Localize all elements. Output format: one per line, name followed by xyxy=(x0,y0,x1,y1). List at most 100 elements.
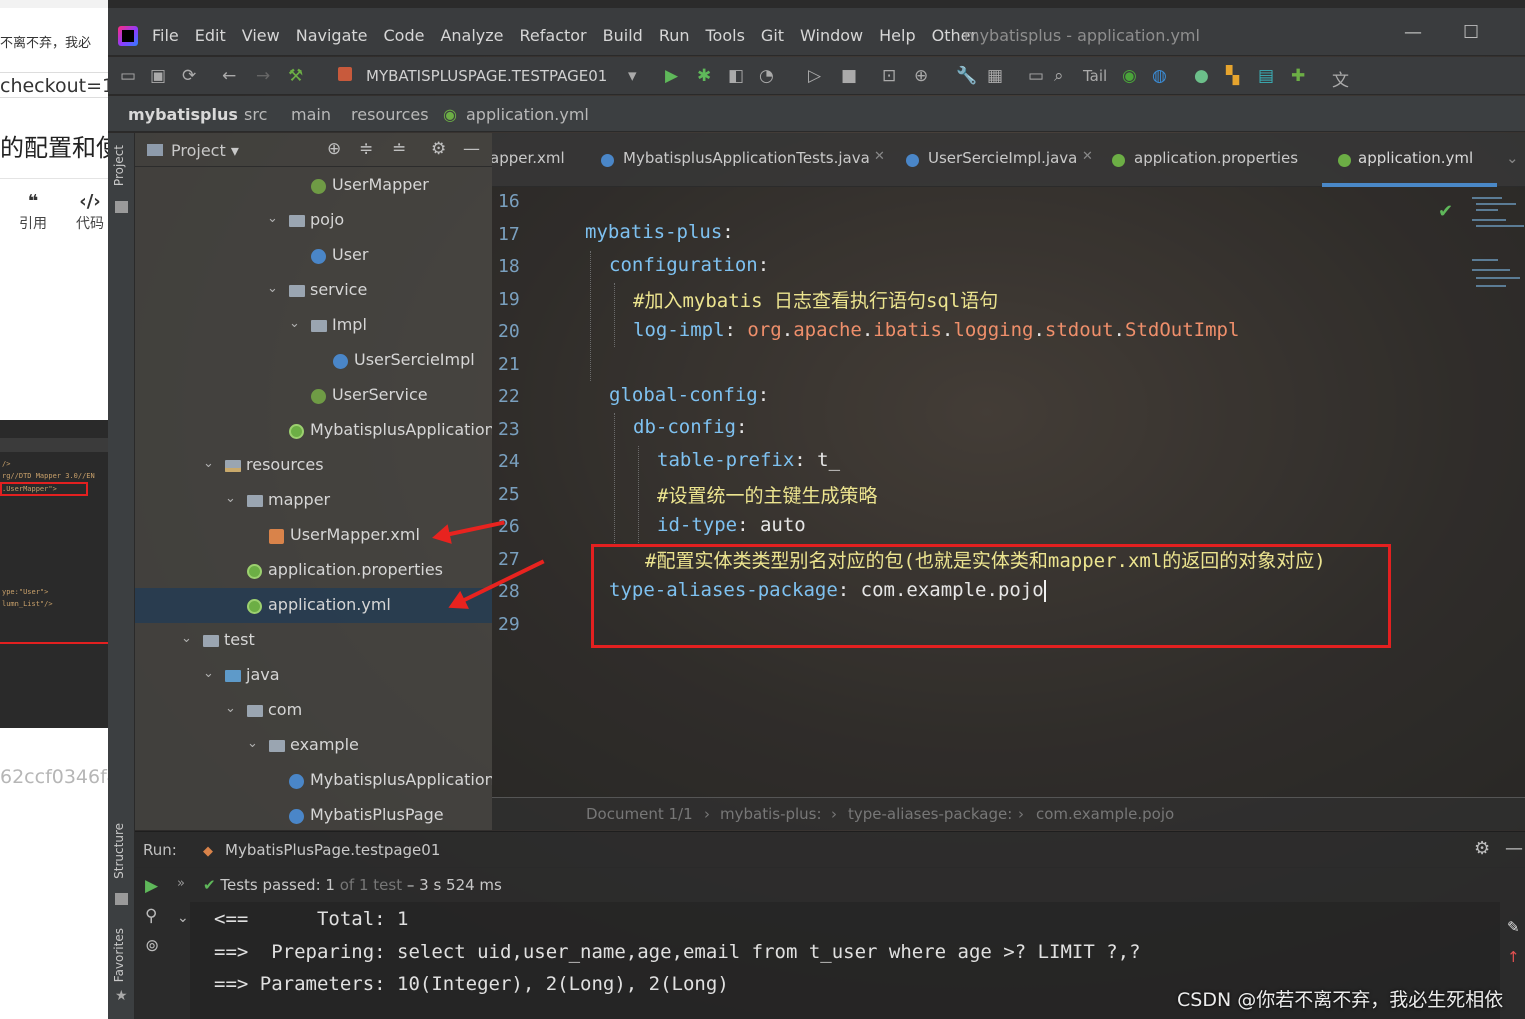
debug-icon[interactable]: ✱ xyxy=(697,66,711,86)
menu-view[interactable]: View xyxy=(242,26,280,45)
breadcrumb-project[interactable]: mybatisplus xyxy=(128,105,238,124)
tree-item[interactable]: ⌄ test xyxy=(135,623,492,658)
menu-tools[interactable]: Tools xyxy=(706,26,745,45)
tree-item[interactable]: User xyxy=(135,238,492,273)
menu-refactor[interactable]: Refactor xyxy=(520,26,587,45)
run-configuration-selector[interactable]: MYBATISPLUSPAGE.TESTPAGE01 xyxy=(366,67,607,85)
menu-run[interactable]: Run xyxy=(659,26,690,45)
profile-icon[interactable]: ◔ xyxy=(759,66,774,86)
tree-item[interactable]: UserMapper xyxy=(135,168,492,203)
translate-icon[interactable]: 文 xyxy=(1332,66,1349,91)
collapse-all-icon[interactable]: ≐ xyxy=(392,139,406,159)
build-hammer-icon[interactable]: ⚒ xyxy=(288,66,303,86)
menu-navigate[interactable]: Navigate xyxy=(296,26,368,45)
puzzle-icon[interactable]: ✚ xyxy=(1291,66,1305,86)
tab-mapper-xml[interactable]: apper.xml xyxy=(492,149,565,167)
chevron-down-icon[interactable]: ⌄ xyxy=(177,910,189,926)
structure-tool-tab[interactable]: Structure xyxy=(112,823,126,879)
window-icon[interactable]: ▭ xyxy=(1028,66,1044,86)
tree-item[interactable]: ⌄ resources xyxy=(135,448,492,483)
close-icon[interactable]: ✕ xyxy=(1082,149,1093,164)
chevron-down-icon[interactable]: ⌄ xyxy=(247,736,258,751)
chevron-down-icon[interactable]: ⌄ xyxy=(225,701,236,716)
coverage-icon[interactable]: ◧ xyxy=(728,66,744,86)
tab-tests-java[interactable]: MybatisplusApplicationTests.java xyxy=(623,149,870,167)
gear-icon[interactable]: ⚙ xyxy=(431,139,446,159)
hide-icon[interactable]: — xyxy=(463,139,480,159)
code-button[interactable]: ‹/› 代码 xyxy=(70,191,108,233)
expand-all-icon[interactable]: ≑ xyxy=(359,139,373,159)
chevron-down-icon[interactable]: ⌄ xyxy=(289,316,300,331)
tab-application-yml[interactable]: application.yml xyxy=(1358,149,1473,167)
gear-icon[interactable]: ⚙ xyxy=(1474,838,1490,859)
menu-code[interactable]: Code xyxy=(384,26,425,45)
tab-serviceimpl-java[interactable]: UserSercieImpl.java xyxy=(928,149,1077,167)
chevron-down-icon[interactable]: ▾ xyxy=(628,66,637,86)
editor-crumb-value[interactable]: com.example.pojo xyxy=(1036,805,1174,823)
run-tab-testpage01[interactable]: MybatisPlusPage.testpage01 xyxy=(225,841,440,859)
up-arrow-icon[interactable]: ↑ xyxy=(1507,948,1520,966)
menu-edit[interactable]: Edit xyxy=(195,26,226,45)
tree-item[interactable]: ⌄ pojo xyxy=(135,203,492,238)
tree-item[interactable]: ⌄ java xyxy=(135,658,492,693)
cite-button[interactable]: ❝ 引用 xyxy=(13,191,53,233)
wrench-icon[interactable]: ⚲ xyxy=(145,906,157,926)
breadcrumb-src[interactable]: src xyxy=(244,105,267,124)
tab-application-properties[interactable]: application.properties xyxy=(1134,149,1298,167)
breadcrumb-file[interactable]: application.yml xyxy=(466,105,589,124)
project-structure-icon[interactable]: ▦ xyxy=(987,66,1003,86)
tree-item[interactable]: ⌄ mapper xyxy=(135,483,492,518)
back-arrow-icon[interactable]: ← xyxy=(222,66,236,86)
tree-item[interactable]: MybatisplusApplication xyxy=(135,413,492,448)
chevron-down-icon[interactable]: ⌄ xyxy=(1506,149,1519,167)
save-icon[interactable]: ▣ xyxy=(150,66,166,86)
tree-item[interactable]: UserService xyxy=(135,378,492,413)
menu-help[interactable]: Help xyxy=(879,26,915,45)
run-next-icon[interactable]: ▷ xyxy=(808,66,821,86)
attach-debugger-icon[interactable]: ⊡ xyxy=(882,66,896,86)
project-view-selector[interactable]: Project ▾ xyxy=(171,141,239,160)
chevron-down-icon[interactable]: ⌄ xyxy=(203,666,214,681)
open-folder-icon[interactable]: ▭ xyxy=(120,66,136,86)
locate-icon[interactable]: ⊕ xyxy=(327,139,341,159)
tree-item[interactable]: ⌄ Impl xyxy=(135,308,492,343)
code-content[interactable]: mybatis-plus: configuration: #加入mybatis … xyxy=(492,187,1492,797)
breadcrumb-resources[interactable]: resources xyxy=(351,105,429,124)
tree-item[interactable]: MybatisplusApplicationT xyxy=(135,763,492,798)
edit-icon[interactable]: ✎ xyxy=(1507,918,1520,936)
menu-file[interactable]: File xyxy=(152,26,179,45)
chevron-down-icon[interactable]: ⌄ xyxy=(267,281,278,296)
minimize-icon[interactable]: — xyxy=(1404,22,1422,43)
menu-analyze[interactable]: Analyze xyxy=(440,26,503,45)
plugin-icon[interactable]: ◉ xyxy=(1122,66,1137,86)
tree-item[interactable]: ⌄ service xyxy=(135,273,492,308)
favorites-tool-tab[interactable]: Favorites xyxy=(112,928,126,982)
breadcrumb-main[interactable]: main xyxy=(291,105,331,124)
chevron-down-icon[interactable]: ⌄ xyxy=(203,456,214,471)
rerun-icon[interactable]: ▶ xyxy=(145,876,158,896)
stop-icon[interactable]: ■ xyxy=(841,66,857,86)
camera-icon[interactable]: ⊚ xyxy=(145,936,159,956)
browser-icon[interactable]: ◍ xyxy=(1152,66,1167,86)
double-chevron-icon[interactable]: » xyxy=(177,876,185,891)
chevron-down-icon[interactable]: ⌄ xyxy=(225,491,236,506)
hide-icon[interactable]: — xyxy=(1505,838,1523,859)
terminal-icon[interactable]: ▤ xyxy=(1258,66,1274,86)
update-icon[interactable]: ⊕ xyxy=(914,66,928,86)
close-icon[interactable]: ✕ xyxy=(874,149,885,164)
project-tool-tab[interactable]: Project xyxy=(112,145,126,186)
tree-item[interactable]: application.properties xyxy=(135,553,492,588)
database-icon[interactable]: ● xyxy=(1194,66,1209,86)
tree-item[interactable]: application.yml xyxy=(135,588,492,623)
menu-window[interactable]: Window xyxy=(800,26,863,45)
chevron-down-icon[interactable]: ⌄ xyxy=(267,211,278,226)
search-icon[interactable]: ⌕ xyxy=(1054,66,1064,86)
menu-build[interactable]: Build xyxy=(603,26,643,45)
chevron-down-icon[interactable]: ⌄ xyxy=(181,631,192,646)
tail-button[interactable]: Tail xyxy=(1083,67,1107,85)
tree-item[interactable]: ⌄ com xyxy=(135,693,492,728)
editor-crumb-document[interactable]: Document 1/1 xyxy=(586,805,693,823)
tree-item[interactable]: UserSercieImpl xyxy=(135,343,492,378)
grid-icon[interactable]: ▚ xyxy=(1226,66,1239,86)
forward-arrow-icon[interactable]: → xyxy=(256,66,270,86)
